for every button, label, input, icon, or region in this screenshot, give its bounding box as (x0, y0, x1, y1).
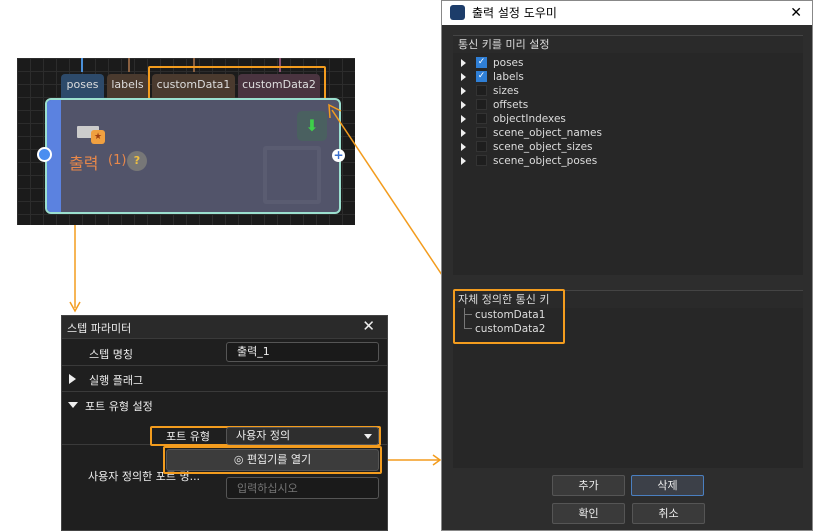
preset-key-item[interactable]: scene_object_poses (453, 154, 803, 168)
preset-key-label: labels (493, 71, 524, 83)
checkbox[interactable] (476, 127, 487, 138)
step-name-input[interactable]: 출력_1 (226, 342, 379, 362)
preset-key-label: scene_object_poses (493, 155, 598, 167)
preset-key-item[interactable]: ✓ poses (453, 56, 803, 70)
expand-icon[interactable] (461, 101, 466, 109)
preset-key-item[interactable]: sizes (453, 84, 803, 98)
custom-keys-group: 자체 정의한 통신 키 customData1 customData2 (453, 289, 803, 468)
app-icon (450, 5, 465, 20)
preset-key-label: objectIndexes (493, 113, 566, 125)
close-icon[interactable]: ✕ (790, 1, 802, 25)
custom-port-input[interactable] (226, 477, 379, 499)
checkbox[interactable] (476, 113, 487, 124)
expand-icon[interactable] (461, 115, 466, 123)
panel-title: 스텝 파라미터 (67, 322, 132, 335)
preset-key-label: sizes (493, 85, 519, 97)
dialog-title: 출력 설정 도우미 (472, 6, 557, 20)
preset-key-label: scene_object_sizes (493, 141, 593, 153)
step-name-label: 스텝 명칭 (89, 348, 133, 361)
expand-icon[interactable] (461, 59, 466, 67)
preset-key-item[interactable]: offsets (453, 98, 803, 112)
highlight-box (453, 289, 565, 344)
expand-icon[interactable] (461, 157, 466, 165)
checkbox[interactable]: ✓ (476, 71, 487, 82)
expand-icon[interactable] (461, 143, 466, 151)
chevron-down-icon (364, 434, 372, 439)
port-type-section-label[interactable]: 포트 유형 설정 (85, 398, 153, 414)
port-type-value: 사용자 정의 (236, 429, 291, 442)
output-settings-dialog: 출력 설정 도우미 ✕ 통신 키를 미리 설정 ✓ poses ✓ labels siz… (441, 0, 813, 531)
preset-key-list: ✓ poses ✓ labels sizes offsets objectIndexes sc… (453, 53, 803, 168)
add-button[interactable]: 추가 (552, 475, 625, 496)
checkbox[interactable] (476, 155, 487, 166)
expand-icon[interactable] (461, 73, 466, 81)
collapse-icon (68, 402, 78, 408)
ok-button[interactable]: 확인 (552, 503, 625, 524)
delete-button[interactable]: 삭제 (631, 475, 704, 496)
checkbox[interactable] (476, 141, 487, 152)
preset-header: 통신 키를 미리 설정 (453, 36, 803, 53)
preset-key-item[interactable]: ✓ labels (453, 70, 803, 84)
dialog-titlebar: 출력 설정 도우미 ✕ (442, 1, 812, 25)
port-type-select[interactable]: 사용자 정의 (226, 427, 379, 445)
preset-key-item[interactable]: objectIndexes (453, 112, 803, 126)
exec-flag-label: 실행 플래그 (89, 374, 144, 387)
preset-keys-group: 통신 키를 미리 설정 ✓ poses ✓ labels sizes offsets obj… (453, 35, 803, 275)
cancel-button[interactable]: 취소 (632, 503, 705, 524)
step-name-row: 스텝 명칭 출력_1 (62, 339, 387, 366)
gear-icon: ◎ (233, 453, 247, 466)
open-editor-button[interactable]: ◎ 편집기를 열기 (166, 449, 379, 471)
expand-icon[interactable] (461, 129, 466, 137)
checkbox[interactable]: ✓ (476, 57, 487, 68)
checkbox[interactable] (476, 85, 487, 96)
checkbox[interactable] (476, 99, 487, 110)
preset-key-label: offsets (493, 99, 529, 111)
exec-flag-row[interactable]: 실행 플래그 (62, 366, 387, 392)
preset-key-item[interactable]: scene_object_sizes (453, 140, 803, 154)
close-icon[interactable]: ✕ (362, 317, 375, 335)
preset-key-label: scene_object_names (493, 127, 602, 139)
expand-icon[interactable] (461, 87, 466, 95)
preset-key-label: poses (493, 57, 524, 69)
expand-icon (69, 374, 76, 384)
panel-header: 스텝 파라미터 ✕ (62, 316, 387, 339)
open-editor-label: 편집기를 열기 (246, 453, 312, 466)
step-parameter-panel: 스텝 파라미터 ✕ 스텝 명칭 출력_1 실행 플래그 포트 유형 설정 포트 … (61, 315, 388, 531)
preset-key-item[interactable]: scene_object_names (453, 126, 803, 140)
port-type-section: 포트 유형 설정 포트 유형 사용자 정의 (62, 392, 387, 446)
port-type-label: 포트 유형 (166, 430, 210, 443)
